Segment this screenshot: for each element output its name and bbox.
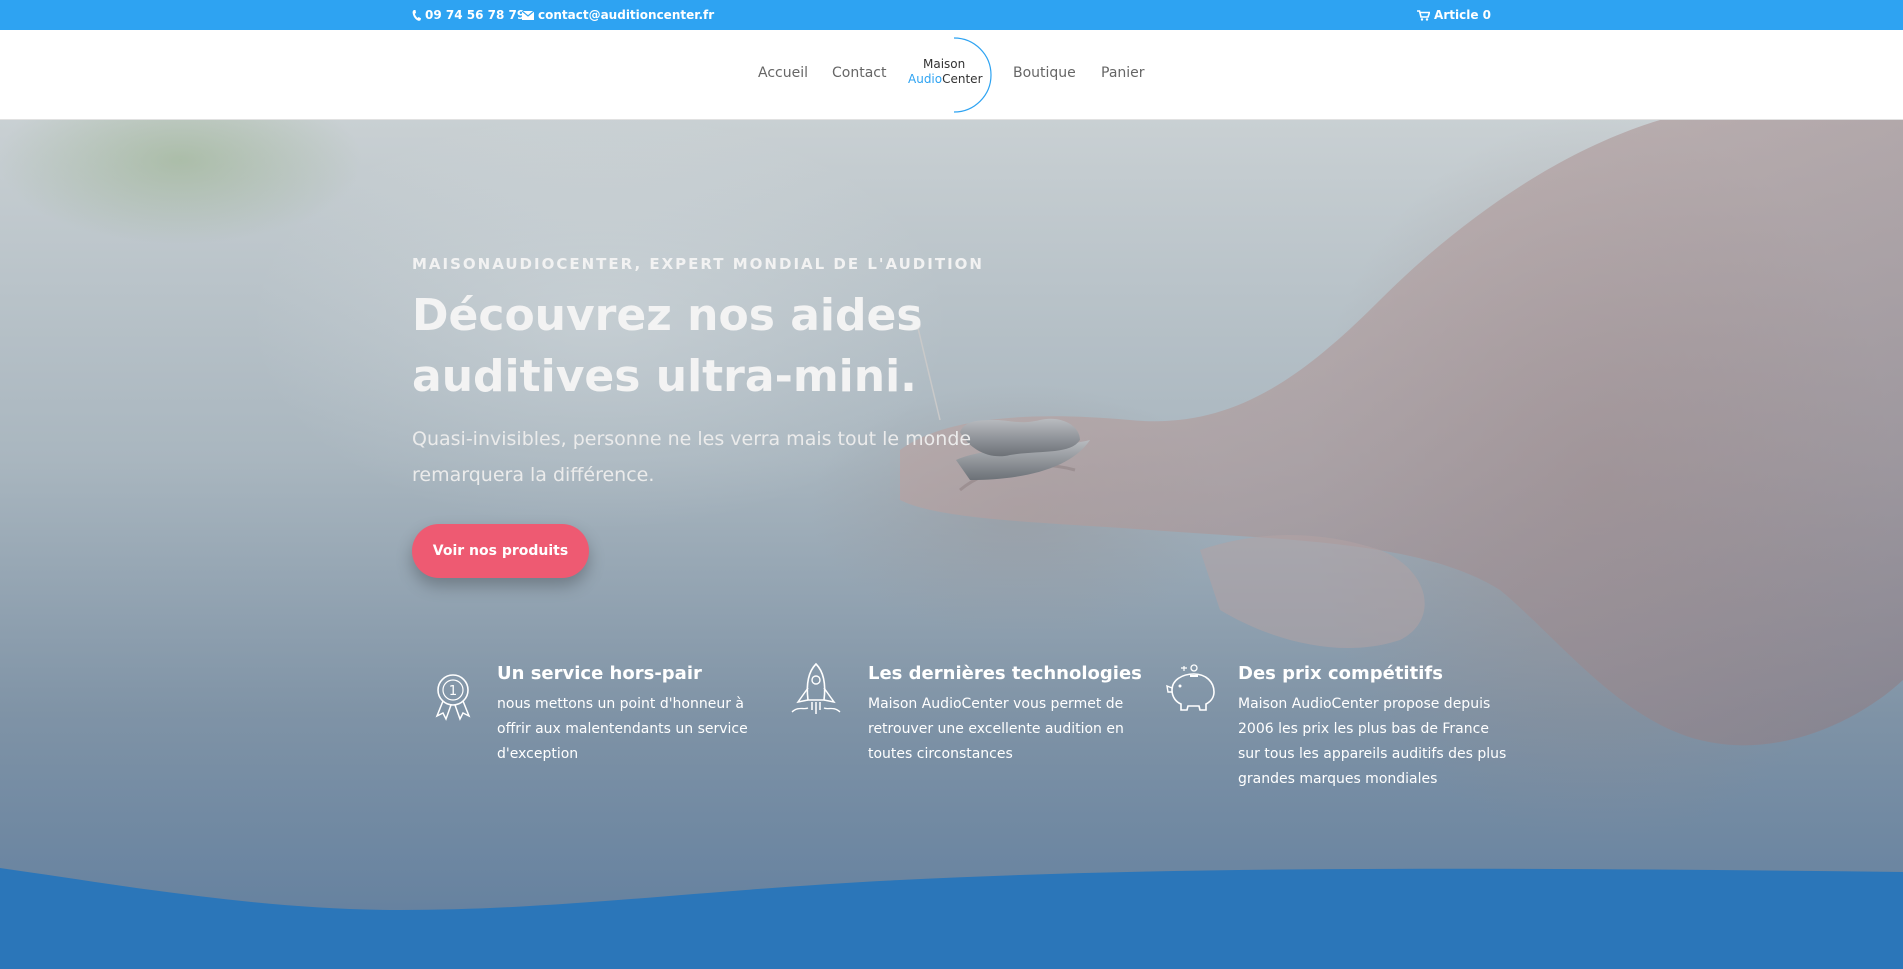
cart-count: Article 0 bbox=[1434, 8, 1491, 22]
email-address: contact@auditioncenter.fr bbox=[538, 8, 715, 22]
nav-contact[interactable]: Contact bbox=[832, 65, 886, 81]
phone-link[interactable]: 09 74 56 78 79 bbox=[412, 8, 525, 22]
hero-section: MAISONAUDIOCENTER, EXPERT MONDIAL DE L'A… bbox=[0, 120, 1903, 969]
top-bar: 09 74 56 78 79 contact@auditioncenter.fr… bbox=[0, 0, 1903, 30]
phone-number: 09 74 56 78 79 bbox=[425, 8, 526, 22]
logo-text-audio: Audio bbox=[908, 72, 943, 86]
logo-text-maison: Maison bbox=[923, 57, 966, 71]
phone-icon bbox=[412, 9, 421, 21]
cart-link[interactable]: Article 0 bbox=[1417, 8, 1491, 22]
nav-accueil[interactable]: Accueil bbox=[758, 65, 808, 81]
site-logo[interactable]: Maison AudioCenter bbox=[902, 36, 992, 114]
cart-icon bbox=[1417, 9, 1431, 21]
envelope-icon bbox=[522, 10, 534, 20]
nav-boutique[interactable]: Boutique bbox=[1013, 65, 1076, 81]
email-link[interactable]: contact@auditioncenter.fr bbox=[522, 8, 714, 22]
nav-panier[interactable]: Panier bbox=[1101, 65, 1145, 81]
logo-text-audiocenter: AudioCenter bbox=[908, 72, 983, 86]
main-header: Accueil Contact Maison AudioCenter Bouti… bbox=[0, 30, 1903, 120]
logo-text-center: Center bbox=[942, 72, 983, 86]
section-divider-wave bbox=[0, 868, 1903, 969]
